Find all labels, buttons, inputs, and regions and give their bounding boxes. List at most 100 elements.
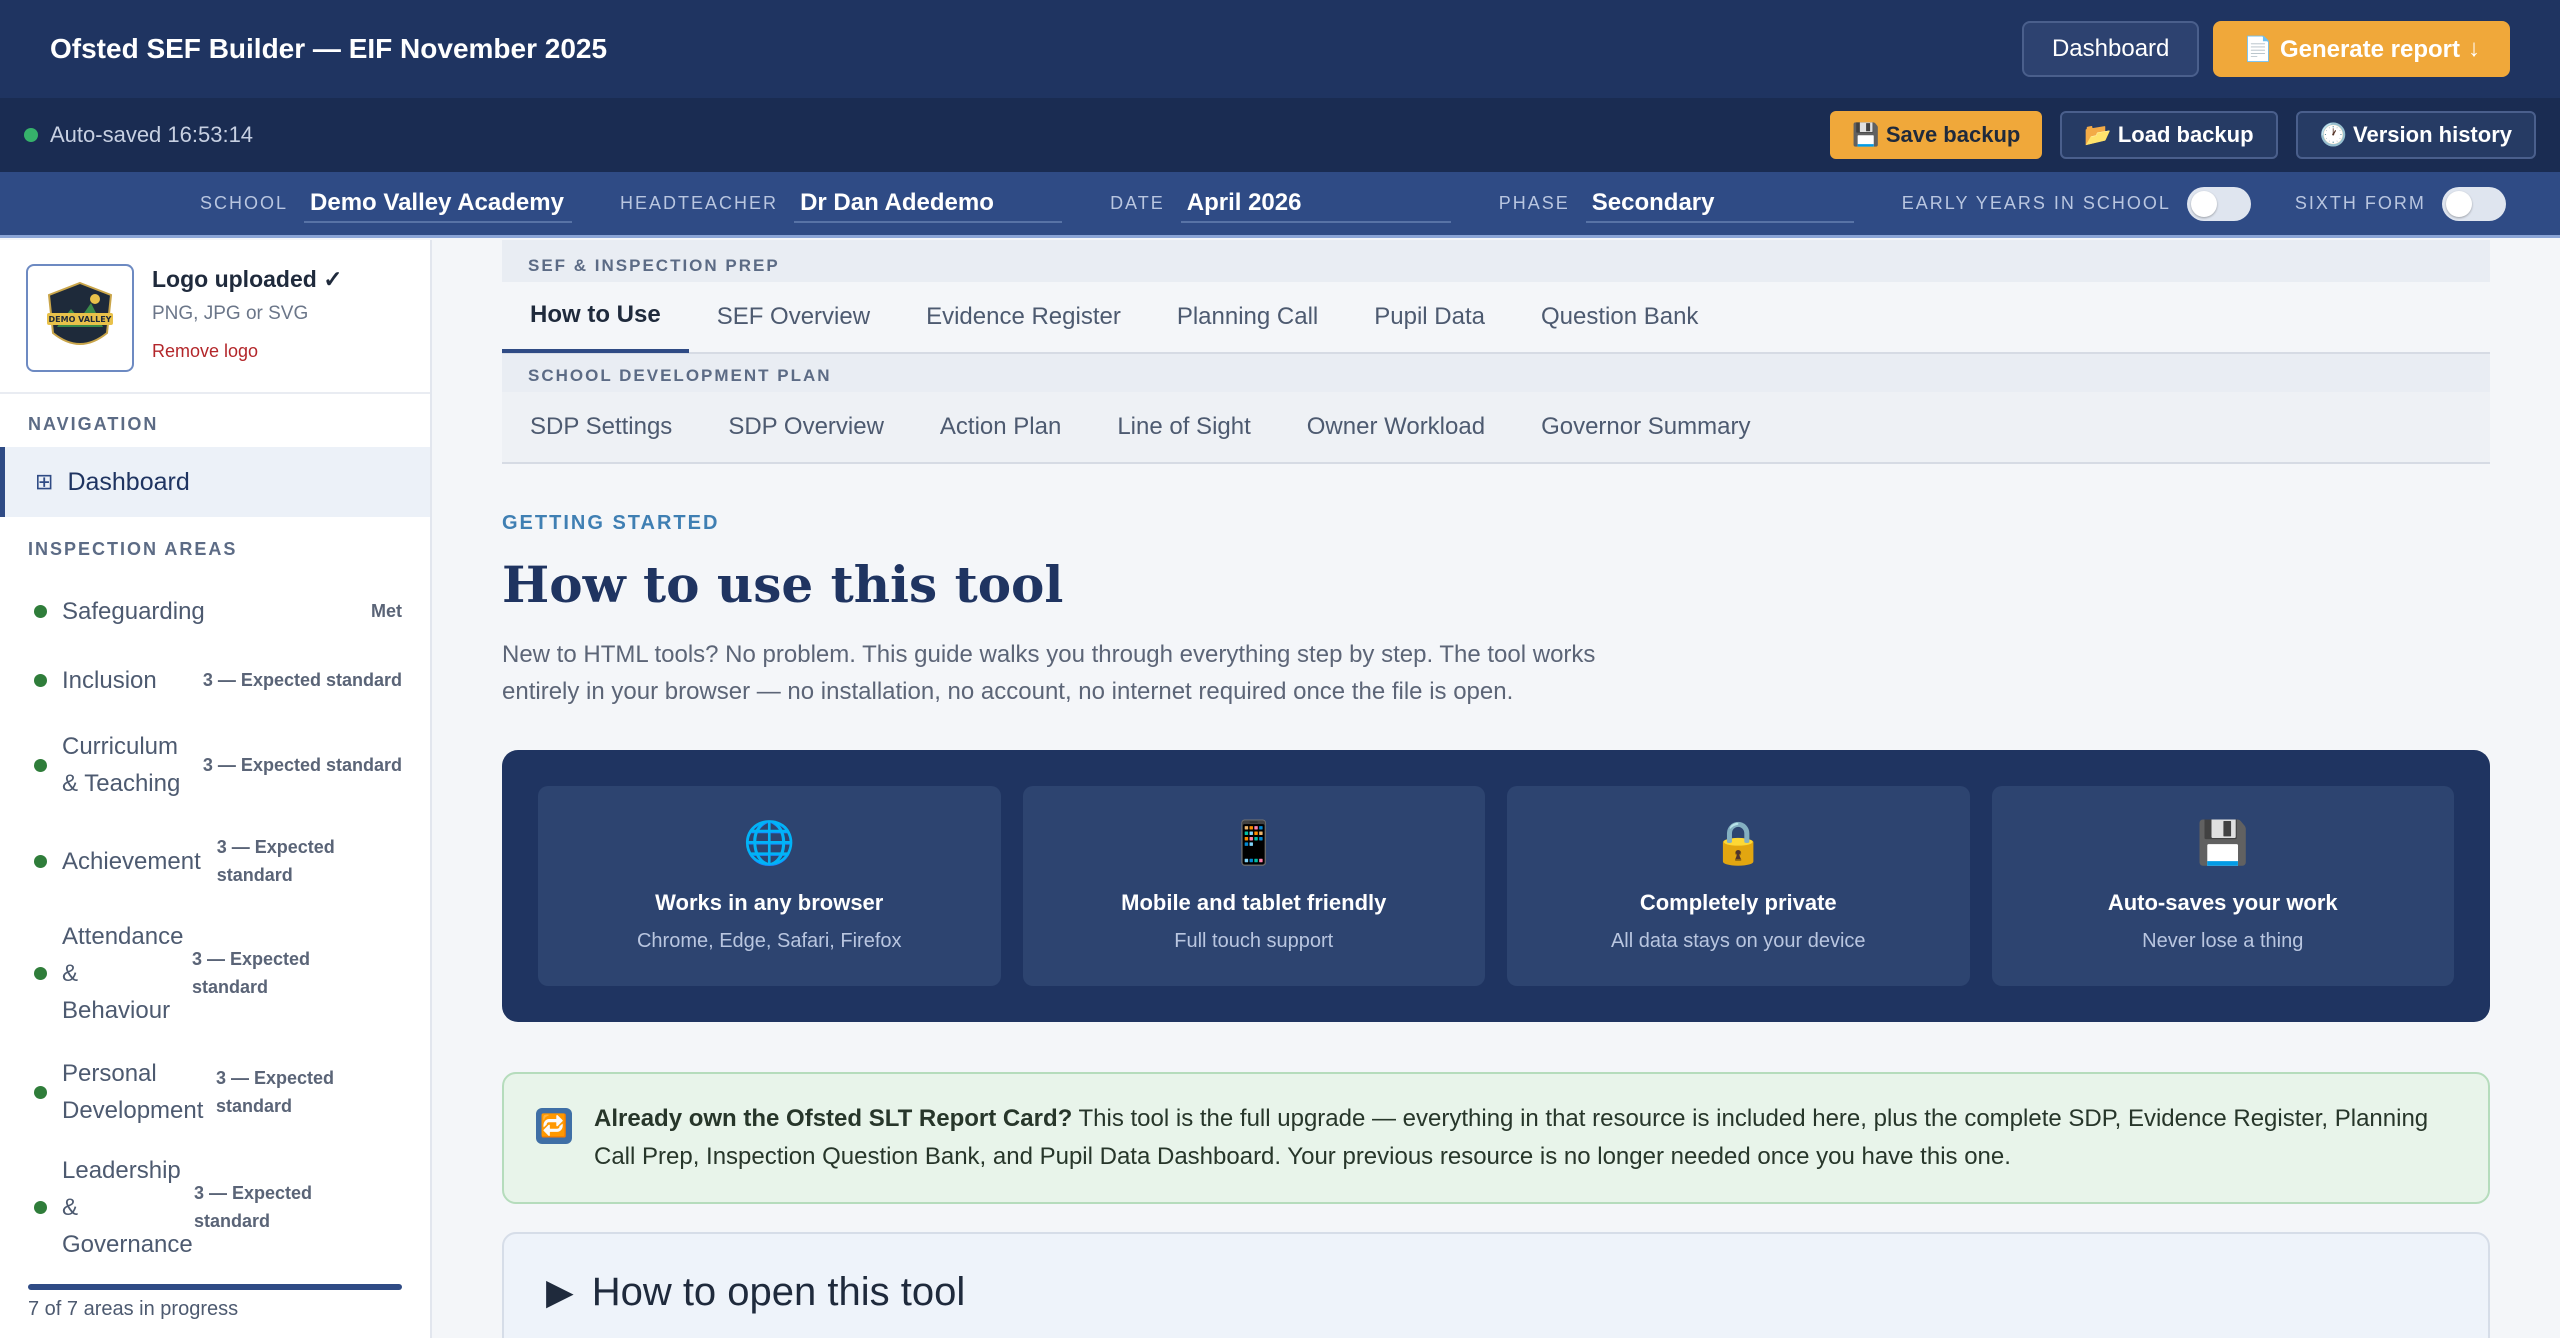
feature-card: 💾 Auto-saves your work Never lose a thin… — [1991, 786, 2454, 986]
tab-line-of-sight[interactable]: Line of Sight — [1089, 391, 1278, 463]
area-item-curriculum[interactable]: Curriculum & Teaching 3 — Expected stand… — [0, 714, 430, 816]
remove-logo-link[interactable]: Remove logo — [152, 341, 342, 362]
area-name: Achievement — [62, 847, 201, 875]
area-status: 3 — Expected standard — [216, 837, 335, 885]
sixth-form-field: SIXTH FORM — [2294, 186, 2506, 221]
main-content: SEF & INSPECTION PREP How to Use SEF Ove… — [502, 240, 2490, 1338]
notice-heading: Already own the Ofsted SLT Report Card? — [594, 1105, 1073, 1132]
intro-text: New to HTML tools? No problem. This guid… — [502, 641, 1596, 705]
area-name: Personal Development — [62, 1060, 204, 1124]
area-status: 3 — Expected standard — [202, 670, 402, 690]
school-field: SCHOOL Demo Valley Academy — [200, 185, 573, 223]
sixth-form-toggle[interactable] — [2441, 186, 2506, 221]
repeat-icon: 🔁 — [536, 1108, 572, 1144]
open-tool-accordion[interactable]: ▶ How to open this tool — [502, 1232, 2490, 1338]
phase-select[interactable]: Secondary — [1585, 185, 1854, 223]
feature-title: Auto-saves your work — [2107, 890, 2338, 915]
area-status: 3 — Expected standard — [216, 1068, 335, 1116]
status-dot — [34, 673, 47, 687]
area-item-inclusion[interactable]: Inclusion 3 — Expected standard — [0, 646, 430, 714]
tab-governor-summary[interactable]: Governor Summary — [1513, 391, 1778, 463]
save-actions: 💾 Save backup 📂 Load backup 🕐 Version hi… — [1830, 111, 2536, 159]
tab-action-plan[interactable]: Action Plan — [912, 391, 1089, 463]
area-name: Attendance & Behaviour — [62, 922, 184, 1024]
school-input[interactable]: Demo Valley Academy — [304, 185, 573, 223]
phase-label: PHASE — [1498, 193, 1570, 213]
feature-title: Completely private — [1639, 890, 1837, 915]
sidebar-item-label: Dashboard — [67, 467, 190, 496]
section-eyebrow: GETTING STARTED — [502, 512, 720, 534]
early-years-label: EARLY YEARS IN SCHOOL — [1901, 193, 2171, 213]
school-label: SCHOOL — [200, 193, 289, 213]
top-actions: Dashboard 📄 Generate report ↓ — [2021, 21, 2510, 77]
tab-how-to-use[interactable]: How to Use — [502, 281, 689, 353]
generate-report-label: 📄 Generate report — [2243, 35, 2460, 63]
feature-card: 🌐 Works in any browser Chrome, Edge, Saf… — [538, 786, 1001, 986]
disclosure-triangle-icon: ▶ — [546, 1271, 574, 1312]
school-crest-icon: DEMO VALLEY — [47, 281, 113, 345]
floppy-disk-icon: 💾 — [2196, 818, 2249, 866]
status-dot — [34, 1085, 47, 1099]
feature-title: Mobile and tablet friendly — [1121, 890, 1387, 915]
area-status: 3 — Expected standard — [192, 949, 311, 997]
early-years-field: EARLY YEARS IN SCHOOL — [1901, 186, 2251, 221]
generate-report-button[interactable]: 📄 Generate report ↓ — [2213, 21, 2510, 77]
arrow-down-icon: ↓ — [2468, 35, 2480, 62]
feature-subtitle: Chrome, Edge, Safari, Firefox — [636, 930, 902, 952]
top-bar: Ofsted SEF Builder — EIF November 2025 D… — [0, 0, 2560, 98]
areas-progress-text: 7 of 7 areas in progress — [28, 1298, 239, 1320]
area-item-attendance[interactable]: Attendance & Behaviour 3 — Expected stan… — [0, 906, 430, 1040]
sixth-form-label: SIXTH FORM — [2294, 193, 2426, 213]
tab-sdp-overview[interactable]: SDP Overview — [700, 391, 912, 463]
save-backup-button[interactable]: 💾 Save backup — [1830, 111, 2043, 159]
area-status: 3 — Expected standard — [194, 1183, 313, 1231]
tab-pupil-data[interactable]: Pupil Data — [1346, 281, 1513, 353]
feature-subtitle: All data stays on your device — [1610, 930, 1866, 952]
date-label: DATE — [1110, 193, 1165, 213]
status-dot — [34, 854, 47, 868]
globe-icon: 🌐 — [743, 818, 796, 866]
area-item-leadership[interactable]: Leadership & Governance 3 — Expected sta… — [0, 1144, 430, 1270]
phase-field: PHASE Secondary — [1499, 185, 1854, 223]
load-backup-button[interactable]: 📂 Load backup — [2060, 111, 2278, 159]
status-dot — [34, 1200, 47, 1214]
sdp-tab-group-label: SCHOOL DEVELOPMENT PLAN — [502, 354, 2490, 392]
feature-subtitle: Never lose a thing — [2142, 930, 2304, 952]
status-dot — [34, 604, 47, 618]
tab-planning-call[interactable]: Planning Call — [1149, 281, 1346, 353]
sef-tab-row: How to Use SEF Overview Evidence Registe… — [502, 282, 2490, 354]
date-field: DATE April 2026 — [1110, 185, 1451, 223]
sidebar: DEMO VALLEY Logo uploaded ✓ PNG, JPG or … — [0, 240, 432, 1338]
tab-owner-workload[interactable]: Owner Workload — [1279, 391, 1513, 463]
school-info-bar: SCHOOL Demo Valley Academy HEADTEACHER D… — [0, 172, 2560, 238]
date-input[interactable]: April 2026 — [1180, 185, 1451, 223]
tab-evidence-register[interactable]: Evidence Register — [898, 281, 1149, 353]
headteacher-label: HEADTEACHER — [620, 193, 779, 213]
tab-sef-overview[interactable]: SEF Overview — [689, 281, 898, 353]
area-name: Leadership & Governance — [62, 1156, 193, 1258]
tab-question-bank[interactable]: Question Bank — [1513, 281, 1726, 353]
mobile-phone-icon: 📱 — [1227, 818, 1280, 866]
upgrade-notice: 🔁 Already own the Ofsted SLT Report Card… — [502, 1072, 2490, 1204]
feature-title: Works in any browser — [655, 890, 884, 915]
headteacher-input[interactable]: Dr Dan Adedemo — [794, 185, 1063, 223]
area-item-safeguarding[interactable]: Safeguarding Met — [0, 576, 430, 646]
school-logo[interactable]: DEMO VALLEY — [26, 264, 134, 372]
logo-status: Logo uploaded ✓ — [152, 266, 343, 292]
logo-info: Logo uploaded ✓ PNG, JPG or SVG Remove l… — [152, 264, 342, 372]
tab-sdp-settings[interactable]: SDP Settings — [502, 391, 700, 463]
area-status: Met — [371, 601, 402, 621]
sidebar-item-dashboard[interactable]: ⊞ Dashboard — [0, 447, 430, 517]
headteacher-field: HEADTEACHER Dr Dan Adedemo — [620, 185, 1063, 223]
sef-tab-group-label: SEF & INSPECTION PREP — [502, 240, 2490, 282]
early-years-toggle[interactable] — [2186, 186, 2251, 221]
accordion-title: How to open this tool — [591, 1269, 966, 1314]
feature-card: 📱 Mobile and tablet friendly Full touch … — [1022, 786, 1485, 986]
area-item-achievement[interactable]: Achievement 3 — Expected standard — [0, 816, 430, 906]
dashboard-button[interactable]: Dashboard — [2021, 21, 2200, 77]
version-history-button[interactable]: 🕐 Version history — [2295, 111, 2536, 159]
status-dot — [34, 758, 47, 772]
grid-icon: ⊞ — [35, 469, 54, 494]
area-item-personal-development[interactable]: Personal Development 3 — Expected standa… — [0, 1040, 430, 1144]
page-title: How to use this tool — [502, 555, 1064, 614]
